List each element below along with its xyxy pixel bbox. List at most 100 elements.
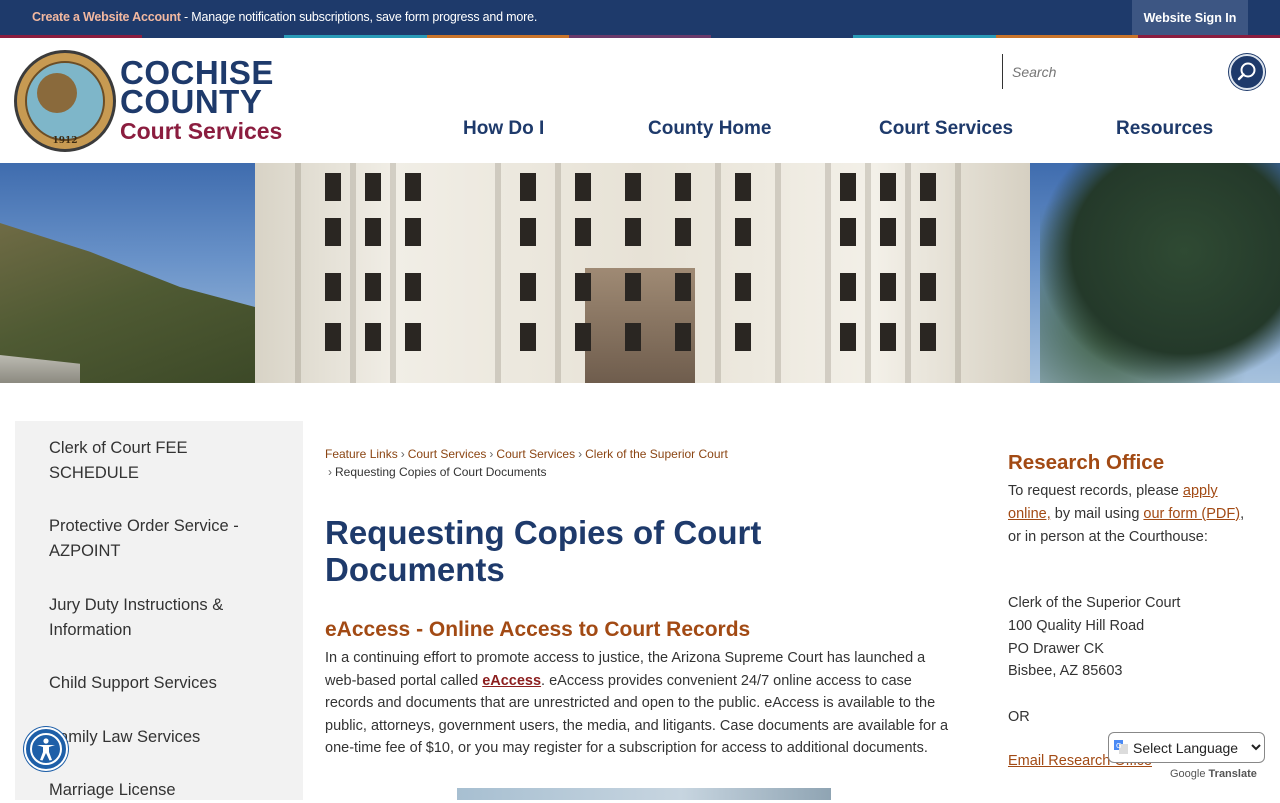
eaccess-link[interactable]: eAccess xyxy=(482,673,541,689)
hero-pillar-shadow xyxy=(555,163,561,383)
hero-window xyxy=(625,173,641,201)
county-seal-logo[interactable]: 1912 xyxy=(14,50,116,152)
nav-court-services[interactable]: Court Services xyxy=(879,118,1013,144)
search-icon xyxy=(1237,62,1256,81)
eaccess-paragraph: In a continuing effort to promote access… xyxy=(325,647,950,760)
hero-window xyxy=(880,273,896,301)
hero-pillar-shadow xyxy=(905,163,911,383)
breadcrumb-court-services-1[interactable]: Court Services xyxy=(408,447,487,461)
research-intro-text-1: To request records, please xyxy=(1008,483,1183,499)
hero-window xyxy=(575,218,591,246)
hero-window xyxy=(920,173,936,201)
hero-pillar-shadow xyxy=(825,163,831,383)
our-form-pdf-link[interactable]: our form (PDF) xyxy=(1143,506,1240,522)
hero-pillar-shadow xyxy=(350,163,356,383)
search-input[interactable] xyxy=(1012,58,1222,86)
address-line: PO Drawer CK xyxy=(1008,640,1104,657)
logo-line-court-services: Court Services xyxy=(120,118,283,144)
hero-window xyxy=(520,323,536,351)
seal-center xyxy=(37,73,77,113)
powered-by-google: Google Translate xyxy=(1170,768,1257,780)
hero-window xyxy=(735,323,751,351)
breadcrumb-court-services-2[interactable]: Court Services xyxy=(496,447,575,461)
accessibility-icon xyxy=(30,733,62,765)
breadcrumb-clerk-superior-court[interactable]: Clerk of the Superior Court xyxy=(585,447,728,461)
hero-pillar-shadow xyxy=(865,163,871,383)
hero-window xyxy=(920,323,936,351)
search-divider xyxy=(1002,54,1003,89)
nav-resources[interactable]: Resources xyxy=(1116,118,1213,144)
nav-county-home[interactable]: County Home xyxy=(648,118,772,144)
hero-window xyxy=(735,273,751,301)
sidebar-item-protective-order[interactable]: Protective Order Service - AZPOINT xyxy=(49,514,279,564)
hero-window xyxy=(625,323,641,351)
page-title: Requesting Copies of Court Documents xyxy=(325,514,762,588)
research-intro: To request records, please apply online,… xyxy=(1008,480,1258,548)
hero-window xyxy=(735,173,751,201)
hero-window xyxy=(520,173,536,201)
hero-pillar-shadow xyxy=(715,163,721,383)
research-intro-text-2: by mail using xyxy=(1050,505,1144,522)
hero-window xyxy=(365,323,381,351)
breadcrumb-separator: › xyxy=(328,465,332,479)
hero-window xyxy=(625,273,641,301)
create-account-link[interactable]: Create a Website Account xyxy=(32,10,181,24)
sidebar-item-jury-duty[interactable]: Jury Duty Instructions & Information xyxy=(49,593,279,643)
hero-window xyxy=(675,273,691,301)
hero-window xyxy=(880,323,896,351)
hero-window xyxy=(405,218,421,246)
site-logo-text[interactable]: COCHISE COUNTY Court Services xyxy=(120,56,283,146)
address-line: 100 Quality Hill Road xyxy=(1008,617,1145,634)
sidebar-item-fee-schedule[interactable]: Clerk of Court FEE SCHEDULE xyxy=(49,436,279,486)
hero-window xyxy=(675,323,691,351)
hero-window xyxy=(625,218,641,246)
hero-window xyxy=(365,218,381,246)
breadcrumb-separator: › xyxy=(400,447,405,461)
hero-window xyxy=(920,218,936,246)
address-line: Clerk of the Superior Court xyxy=(1008,595,1181,611)
hero-window xyxy=(520,218,536,246)
hero-window xyxy=(675,218,691,246)
hero-window xyxy=(840,323,856,351)
seal-year: 1912 xyxy=(52,136,78,146)
research-office-title: Research Office xyxy=(1008,451,1165,474)
sidebar-item-child-support[interactable]: Child Support Services xyxy=(49,671,279,696)
hero-window xyxy=(325,323,341,351)
hero-window xyxy=(325,173,341,201)
address-line: Bisbee, AZ 85603 xyxy=(1008,663,1123,680)
search-button[interactable] xyxy=(1229,54,1265,90)
eaccess-banner-image[interactable] xyxy=(457,788,831,800)
hero-window xyxy=(575,323,591,351)
hero-window xyxy=(405,323,421,351)
hero-window xyxy=(880,218,896,246)
breadcrumb-feature-links[interactable]: Feature Links xyxy=(325,447,398,461)
breadcrumb-current: Requesting Copies of Court Documents xyxy=(335,465,547,479)
sidebar-item-family-law[interactable]: Family Law Services xyxy=(49,725,279,750)
accessibility-button[interactable] xyxy=(24,727,68,771)
hero-window xyxy=(365,173,381,201)
hero-pillar-shadow xyxy=(495,163,501,383)
notification-text: - Manage notification subscriptions, sav… xyxy=(180,10,538,24)
notification-message: Create a Website Account - Manage notifi… xyxy=(32,10,537,24)
website-sign-in-button[interactable]: Website Sign In xyxy=(1132,0,1248,35)
hero-window xyxy=(840,173,856,201)
hero-pillar-shadow xyxy=(390,163,396,383)
translate-link[interactable]: Translate xyxy=(1209,768,1257,780)
svg-text:G: G xyxy=(1116,742,1121,750)
hero-window xyxy=(325,218,341,246)
hero-window xyxy=(405,273,421,301)
hero-window xyxy=(735,218,751,246)
hero-tree xyxy=(1040,163,1280,383)
notification-bar: Create a Website Account - Manage notifi… xyxy=(0,0,1280,35)
hero-pillar-shadow xyxy=(955,163,961,383)
sidebar-item-marriage-license[interactable]: Marriage License xyxy=(49,778,279,803)
hero-window xyxy=(675,173,691,201)
hero-window xyxy=(575,173,591,201)
logo-line-county: COUNTY xyxy=(120,83,263,120)
nav-how-do-i[interactable]: How Do I xyxy=(463,118,544,144)
research-address: Clerk of the Superior Court 100 Quality … xyxy=(1008,592,1258,683)
google-translate-icon: G xyxy=(1114,740,1128,754)
google-translate-widget: G Select Language Google Translate xyxy=(1108,732,1266,780)
select-language-dropdown[interactable]: Select Language xyxy=(1108,732,1265,763)
hero-window xyxy=(575,273,591,301)
